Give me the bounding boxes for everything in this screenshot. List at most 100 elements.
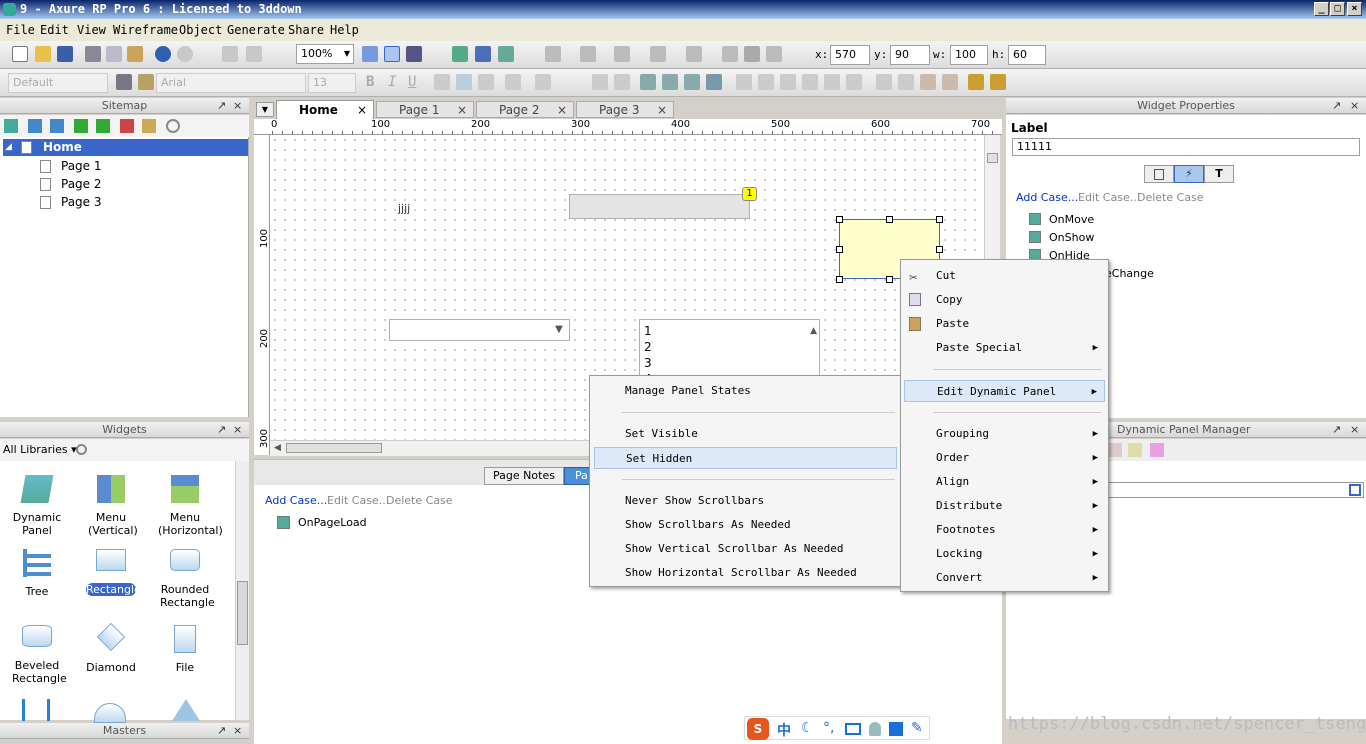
text-color-icon[interactable] bbox=[535, 74, 551, 90]
text-align-center-icon[interactable] bbox=[456, 74, 472, 90]
footnote-badge[interactable]: 1 bbox=[742, 187, 757, 201]
minimize-button[interactable]: _ bbox=[1314, 2, 1329, 16]
brush-icon[interactable] bbox=[138, 74, 154, 90]
delete-state-icon[interactable] bbox=[1108, 443, 1122, 457]
text-widget[interactable]: jjjj bbox=[398, 202, 410, 215]
keyboard-icon[interactable] bbox=[845, 723, 861, 735]
pin-icon[interactable]: ↗ bbox=[217, 422, 226, 438]
menu-item-set-visible[interactable]: Set Visible bbox=[590, 423, 901, 445]
group-icon[interactable] bbox=[452, 46, 468, 62]
resize-handle[interactable] bbox=[936, 246, 943, 253]
event-onpageload[interactable]: OnPageLoad bbox=[298, 516, 367, 529]
close-icon[interactable]: × bbox=[233, 98, 242, 114]
menu-item-align[interactable]: Align ▶ bbox=[901, 471, 1108, 493]
event-onpanelstatechange[interactable]: eChange bbox=[1105, 267, 1154, 280]
menu-item-distribute[interactable]: Distribute ▶ bbox=[901, 495, 1108, 517]
unlock-icon[interactable] bbox=[990, 74, 1006, 90]
align-top-icon[interactable] bbox=[780, 74, 796, 90]
open-icon[interactable] bbox=[35, 46, 51, 62]
droplist-widget[interactable]: ▼ bbox=[389, 319, 570, 341]
menu-generate[interactable]: Generate bbox=[227, 23, 285, 37]
tool-icon[interactable]: ✎ bbox=[911, 720, 923, 736]
redo-icon[interactable] bbox=[177, 46, 193, 62]
scrollbar-thumb[interactable] bbox=[286, 443, 382, 453]
event-onmove[interactable]: OnMove bbox=[1049, 213, 1094, 226]
resize-handle[interactable] bbox=[936, 216, 943, 223]
delete-case-link[interactable]: Delete Case bbox=[1137, 191, 1204, 204]
widget-menu-horizontal[interactable]: Menu (Horizontal) bbox=[148, 475, 223, 537]
format-paste-icon[interactable] bbox=[246, 46, 262, 62]
pin-icon[interactable]: ↗ bbox=[217, 98, 226, 114]
align-middle-icon[interactable] bbox=[758, 74, 774, 90]
text-align-right-icon[interactable] bbox=[478, 74, 494, 90]
close-tab-icon[interactable]: × bbox=[357, 101, 367, 119]
zoom-select[interactable]: 100% ▼ bbox=[296, 44, 354, 64]
search-icon[interactable] bbox=[166, 119, 180, 133]
widget-rectangle[interactable]: Rectangle bbox=[74, 549, 148, 596]
menu-view[interactable]: View bbox=[77, 23, 106, 37]
distribute2-icon[interactable] bbox=[898, 74, 914, 90]
listbox-scroll-up-icon[interactable]: ▲ bbox=[810, 323, 817, 339]
pin-icon[interactable]: ↗ bbox=[217, 723, 226, 739]
widget-diamond[interactable]: Diamond bbox=[74, 622, 148, 674]
sogou-icon[interactable]: S bbox=[747, 718, 769, 740]
resize-handle[interactable] bbox=[836, 276, 843, 283]
maximize-button[interactable]: □ bbox=[1330, 2, 1345, 16]
w-input[interactable]: 100 bbox=[950, 45, 988, 65]
select-mode-icon[interactable] bbox=[362, 46, 378, 62]
search-icon[interactable] bbox=[76, 444, 87, 455]
bullet-icon[interactable] bbox=[505, 74, 521, 90]
tab-page2[interactable]: Page 2 × bbox=[476, 101, 574, 118]
h-input[interactable]: 60 bbox=[1008, 45, 1046, 65]
align-v-center-icon[interactable] bbox=[846, 74, 862, 90]
scroll-left-icon[interactable]: ◀ bbox=[274, 443, 281, 453]
connect-icon[interactable] bbox=[406, 46, 422, 62]
x-input[interactable]: 570 bbox=[830, 45, 870, 65]
menu-item-never-show-scrollbars[interactable]: Never Show Scrollbars bbox=[590, 490, 901, 512]
menu-item-locking[interactable]: Locking ▶ bbox=[901, 543, 1108, 565]
dp-filter-input[interactable] bbox=[1106, 482, 1364, 498]
menu-item-footnotes[interactable]: Footnotes ▶ bbox=[901, 519, 1108, 541]
format-painter-icon[interactable] bbox=[222, 46, 238, 62]
text-field-widget[interactable] bbox=[569, 194, 750, 219]
widget-rounded-rectangle[interactable]: Rounded Rectangle bbox=[148, 549, 222, 609]
moon-icon[interactable]: ☾ bbox=[801, 720, 814, 736]
widget-beveled-rectangle[interactable]: Beveled Rectangle bbox=[0, 625, 74, 685]
line-width-icon[interactable] bbox=[614, 46, 630, 62]
add-case-link[interactable]: Add Case... bbox=[1016, 191, 1078, 204]
cut-icon[interactable] bbox=[85, 46, 101, 62]
close-icon[interactable]: × bbox=[233, 422, 242, 438]
tab-page1[interactable]: Page 1 × bbox=[376, 101, 474, 118]
resize-handle[interactable] bbox=[836, 246, 843, 253]
label-input[interactable]: 11111 bbox=[1012, 138, 1360, 156]
style-edit-icon[interactable] bbox=[116, 74, 132, 90]
bold-button[interactable]: B bbox=[366, 74, 374, 90]
menu-item-show-horizontal-scrollbar[interactable]: Show Horizontal Scrollbar As Needed bbox=[590, 562, 901, 584]
bring-forward-icon[interactable] bbox=[662, 74, 678, 90]
add-case-link[interactable]: Add Case... bbox=[265, 494, 327, 507]
menu-help[interactable]: Help bbox=[330, 23, 359, 37]
rename-icon[interactable] bbox=[142, 119, 156, 133]
indent-icon[interactable] bbox=[74, 119, 88, 133]
connector-mode-icon[interactable] bbox=[384, 46, 400, 62]
scrollbar-thumb[interactable] bbox=[237, 581, 248, 645]
menu-item-set-hidden[interactable]: Set Hidden bbox=[594, 447, 897, 469]
bracket-icon[interactable] bbox=[22, 699, 50, 721]
align-right-icon[interactable] bbox=[766, 46, 782, 62]
align-left-icon[interactable] bbox=[722, 46, 738, 62]
pin-icon[interactable]: ↗ bbox=[1332, 98, 1341, 114]
close-tab-icon[interactable]: × bbox=[657, 102, 667, 118]
event-onshow[interactable]: OnShow bbox=[1049, 231, 1094, 244]
move-down-icon[interactable] bbox=[50, 119, 64, 133]
export-icon[interactable] bbox=[942, 74, 958, 90]
distribute-icon[interactable] bbox=[876, 74, 892, 90]
publish-icon[interactable] bbox=[498, 46, 514, 62]
panel-state-icon[interactable] bbox=[1150, 443, 1164, 457]
resize-handle[interactable] bbox=[836, 216, 843, 223]
align-bottom-icon[interactable] bbox=[802, 74, 818, 90]
collapse-icon[interactable]: ◢ bbox=[5, 139, 12, 156]
paste-icon[interactable] bbox=[127, 46, 143, 62]
menu-item-order[interactable]: Order ▶ bbox=[901, 447, 1108, 469]
close-tab-icon[interactable]: × bbox=[457, 102, 467, 118]
menu-item-paste-special[interactable]: Paste Special ▶ bbox=[901, 337, 1108, 359]
